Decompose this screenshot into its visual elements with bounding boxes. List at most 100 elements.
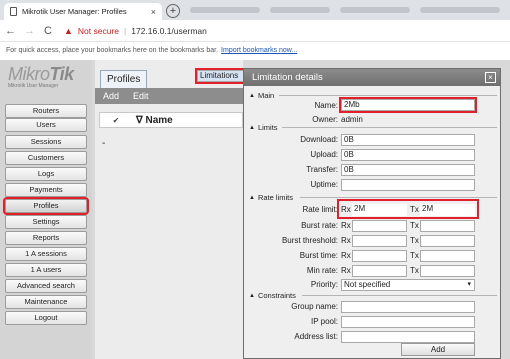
list-item[interactable]: - [102, 138, 105, 149]
new-tab-button[interactable]: + [166, 4, 180, 18]
owner-value: admin [341, 115, 363, 124]
chevron-down-icon: ▾ [467, 281, 471, 288]
priority-select[interactable]: Not specified ▾ [341, 279, 475, 291]
url-text[interactable]: 172.16.0.1/userman [131, 26, 207, 36]
sidebar-item-logs[interactable]: Logs [5, 167, 87, 181]
back-arrow-icon[interactable]: ← [5, 25, 16, 37]
min-rate-tx-field[interactable] [420, 265, 475, 277]
add-limitation-button[interactable]: Add [401, 343, 475, 356]
rx-label: Rx [341, 236, 351, 245]
tab-title: Mikrotik User Manager: Profiles [22, 7, 127, 16]
burst-time-rx-field[interactable] [352, 250, 407, 262]
min-rate-rx-field[interactable] [352, 265, 407, 277]
upload-field[interactable]: 0B [341, 149, 475, 161]
security-status[interactable]: Not secure [78, 26, 119, 36]
priority-label: Priority: [310, 280, 338, 289]
section-limits-label: Limits [257, 123, 278, 132]
edit-button[interactable]: Edit [133, 91, 149, 101]
page-icon [10, 7, 17, 16]
ip-pool-label: IP pool: [311, 317, 338, 326]
sidebar-item-sessions[interactable]: Sessions [5, 135, 87, 149]
url-field[interactable]: ▲ Not secure | 172.16.0.1/userman [64, 26, 207, 36]
sidebar-item-reports[interactable]: Reports [5, 231, 87, 245]
section-limits[interactable]: ▲ Limits [249, 123, 278, 132]
priority-value: Not specified [344, 280, 391, 289]
sidebar-item-customers[interactable]: Customers [5, 151, 87, 165]
tx-label: Tx [410, 266, 419, 275]
sidebar-item-maintenance[interactable]: Maintenance [5, 295, 87, 309]
uptime-field[interactable] [341, 179, 475, 191]
burst-rate-rx-field[interactable] [352, 220, 407, 232]
owner-label: Owner: [312, 115, 338, 124]
name-label: Name: [314, 101, 338, 110]
rx-label: Rx [341, 221, 351, 230]
name-field[interactable]: 2Mb [339, 97, 477, 113]
logo-subtitle: Mikrotik User Manager [8, 83, 59, 89]
blurred-tab[interactable] [270, 7, 330, 13]
grid-header: ✔ ∇ Name [99, 112, 243, 128]
tx-label: Tx [410, 205, 419, 214]
dialog-title: Limitation details [252, 72, 323, 83]
rate-limit-tx-field[interactable]: 2M [420, 204, 475, 216]
browser-tab[interactable]: Mikrotik User Manager: Profiles × [4, 3, 162, 20]
blurred-tab[interactable] [420, 7, 500, 13]
section-main[interactable]: ▲ Main [249, 91, 274, 100]
ip-pool-field[interactable] [341, 316, 475, 328]
burst-threshold-tx-field[interactable] [420, 235, 475, 247]
collapse-triangle-icon: ▲ [249, 292, 255, 299]
add-button[interactable]: Add [103, 91, 119, 101]
mikrotik-logo: MikroTik Mikrotik User Manager [8, 64, 88, 89]
download-field[interactable]: 0B [341, 134, 475, 146]
transfer-field[interactable]: 0B [341, 164, 475, 176]
burst-threshold-rx-field[interactable] [352, 235, 407, 247]
warning-icon: ▲ [64, 25, 73, 36]
blurred-tab[interactable] [190, 7, 260, 13]
sidebar-item-users[interactable]: Users [5, 118, 87, 132]
sidebar-item-1-a-users[interactable]: 1 A users [5, 263, 87, 277]
user-manager-app: MikroTik Mikrotik User Manager Routers Us… [0, 60, 510, 359]
blurred-tab[interactable] [340, 7, 410, 13]
burst-time-label: Burst time: [299, 251, 338, 260]
sidebar-item-logout[interactable]: Logout [5, 311, 87, 325]
forward-arrow-icon[interactable]: → [24, 25, 35, 37]
bookmarks-bar: For quick access, place your bookmarks h… [0, 42, 510, 59]
import-bookmarks-link[interactable]: Import bookmarks now... [221, 47, 297, 54]
sidebar-item-1-a-sessions[interactable]: 1 A sessions [5, 247, 87, 261]
sidebar-item-profiles[interactable]: Profiles [3, 197, 89, 215]
section-constraints-label: Constraints [257, 291, 296, 300]
left-panel: MikroTik Mikrotik User Manager Routers Us… [0, 60, 92, 359]
sidebar-item-settings[interactable]: Settings [5, 215, 87, 229]
list-panel: Profiles Limitations Add Edit ✔ ∇ Name - [95, 60, 333, 359]
section-main-label: Main [257, 91, 275, 100]
section-constraints[interactable]: ▲ Constraints [249, 291, 296, 300]
section-rate-limits-label: Rate limits [257, 193, 293, 202]
url-separator: | [124, 25, 127, 36]
upload-label: Upload: [310, 150, 338, 159]
address-list-field[interactable] [341, 331, 475, 343]
burst-rate-tx-field[interactable] [420, 220, 475, 232]
logo-brand-a: Mikro [8, 64, 50, 84]
download-label: Download: [300, 135, 338, 144]
rx-label: Rx [341, 251, 351, 260]
section-rate-limits[interactable]: ▲ Rate limits [249, 193, 293, 202]
rx-label: Rx [341, 205, 351, 214]
name-column-header[interactable]: ∇ Name [132, 115, 173, 126]
sidebar-item-payments[interactable]: Payments [5, 183, 87, 197]
rate-limit-rx-field[interactable]: 2M [352, 204, 407, 216]
browser-tabstrip: Mikrotik User Manager: Profiles × + [0, 0, 510, 20]
burst-time-tx-field[interactable] [420, 250, 475, 262]
tab-profiles[interactable]: Profiles [100, 70, 148, 88]
close-icon[interactable]: × [485, 72, 496, 83]
check-column-icon[interactable]: ✔ [100, 116, 132, 125]
tab-close-icon[interactable]: × [151, 7, 156, 17]
uptime-label: Uptime: [310, 180, 338, 189]
reload-icon[interactable]: C [43, 25, 53, 37]
group-name-field[interactable] [341, 301, 475, 313]
sidebar-item-advanced-search[interactable]: Advanced search [5, 279, 87, 293]
sidebar-item-routers[interactable]: Routers [5, 104, 87, 118]
burst-threshold-label: Burst threshold: [281, 236, 338, 245]
section-divider [302, 295, 497, 296]
bookmarks-hint: For quick access, place your bookmarks h… [6, 47, 219, 54]
collapse-triangle-icon: ▲ [249, 124, 255, 131]
min-rate-label: Min rate: [306, 266, 338, 275]
